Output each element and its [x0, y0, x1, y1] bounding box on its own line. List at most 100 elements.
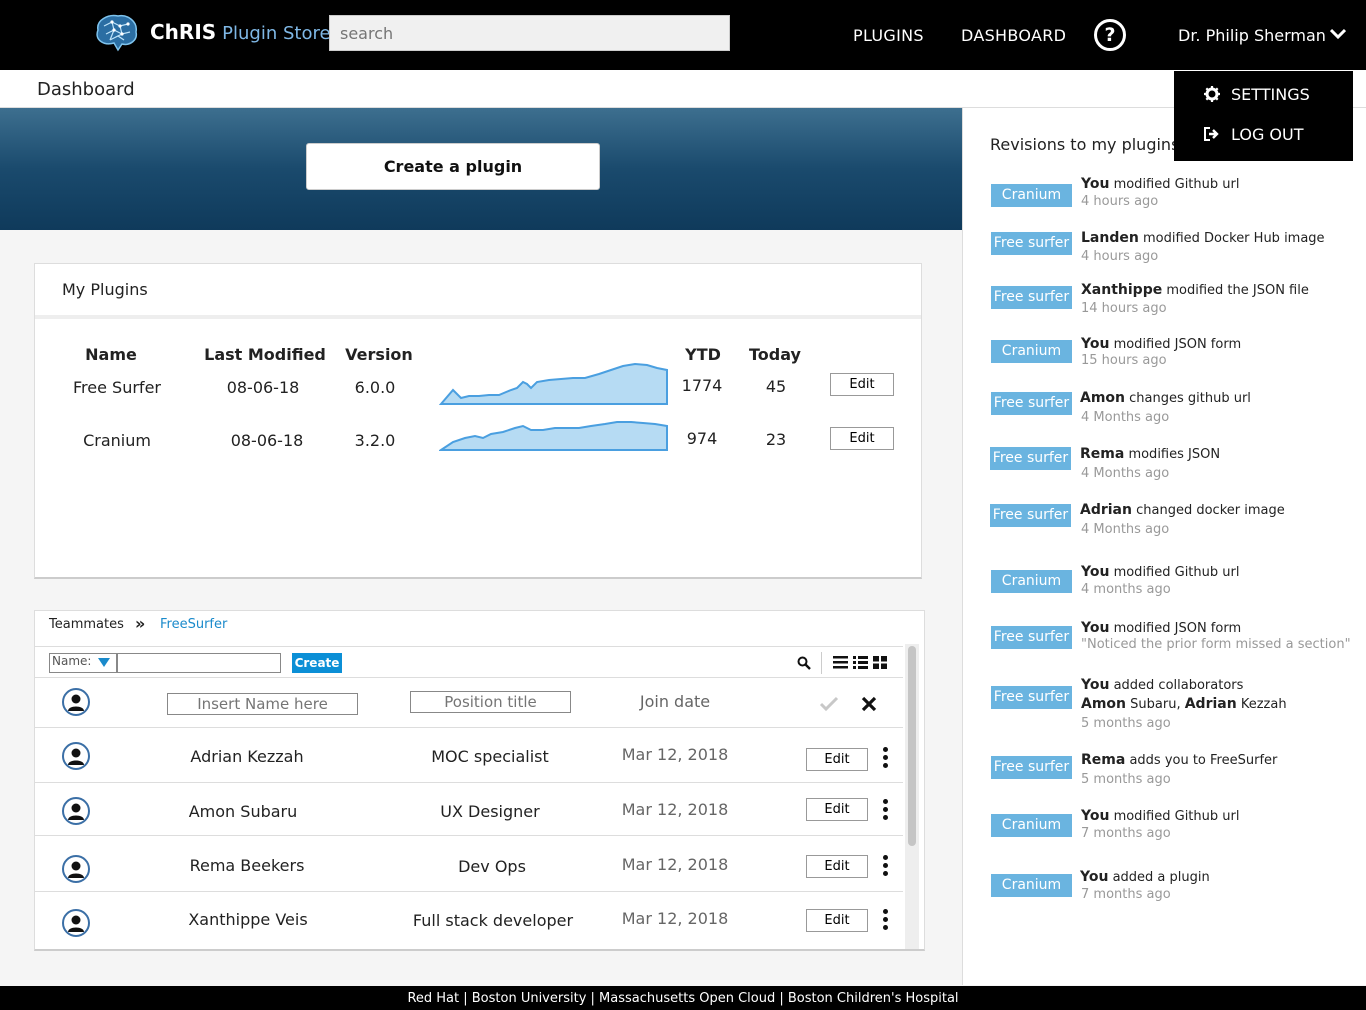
revision-action: changed docker image — [1131, 503, 1285, 518]
revision-time: 4 Months ago — [1081, 410, 1170, 425]
revision-actor[interactable]: You — [1081, 564, 1109, 580]
col-ytd-header: YTD — [685, 345, 721, 364]
filter-input[interactable] — [117, 653, 281, 673]
confirm-check-icon[interactable] — [819, 696, 839, 712]
plugin-tag[interactable]: Cranium — [991, 340, 1072, 363]
revision-time: 4 Months ago — [1081, 466, 1170, 481]
my-plugins-header: My Plugins — [35, 264, 921, 319]
chevron-down-icon[interactable] — [1330, 28, 1346, 40]
revision-actor[interactable]: Adrian — [1080, 502, 1132, 518]
revision-time: 4 Months ago — [1081, 522, 1170, 537]
collaborator-name[interactable]: Amon — [1081, 696, 1126, 712]
revision-actor[interactable]: You — [1081, 620, 1109, 636]
revision-time: 5 months ago — [1081, 716, 1171, 731]
teammate-name: Xanthippe Veis — [188, 910, 308, 929]
help-icon[interactable]: ? — [1094, 19, 1126, 51]
plugin-edit-button[interactable]: Edit — [830, 427, 894, 450]
brand-title[interactable]: ChRIS Plugin Store — [150, 20, 331, 44]
user-menu-toggle[interactable]: Dr. Philip Sherman — [1178, 26, 1326, 45]
more-options-icon[interactable] — [883, 799, 889, 823]
nav-dashboard-link[interactable]: DASHBOARD — [961, 26, 1066, 45]
plugin-name[interactable]: Free Surfer — [65, 378, 169, 397]
plugin-downloads-sparkline — [439, 362, 668, 405]
teammate-edit-button[interactable]: Edit — [806, 798, 868, 821]
plugin-tag[interactable]: Free surfer — [991, 392, 1072, 415]
grid-view-icon[interactable] — [873, 656, 887, 669]
plugin-tag[interactable]: Free surfer — [991, 626, 1072, 649]
revision-actor[interactable]: Xanthippe — [1081, 282, 1162, 298]
revision-action: modified Github url — [1109, 809, 1240, 824]
teammates-card: Teammates » FreeSurfer Name: Create Inse… — [34, 610, 925, 951]
avatar-icon — [62, 855, 90, 883]
revision-actor[interactable]: Amon — [1080, 390, 1125, 406]
teammate-edit-button[interactable]: Edit — [806, 748, 868, 771]
revision-actor[interactable]: You — [1081, 808, 1109, 824]
top-navbar: ChRISPlugin Store PLUGINS DASHBOARD ? Dr… — [0, 0, 1366, 70]
breadcrumb-current[interactable]: FreeSurfer — [160, 617, 227, 632]
logout-menu-item[interactable]: LOG OUT — [1231, 125, 1304, 144]
teammate-position: MOC specialist — [431, 747, 549, 766]
search-icon[interactable] — [797, 656, 811, 670]
new-teammate-name-input[interactable] — [167, 693, 358, 715]
nav-plugins-link[interactable]: PLUGINS — [853, 26, 924, 45]
create-plugin-button[interactable]: Create a plugin — [306, 143, 600, 190]
caret-down-icon — [98, 658, 110, 667]
page-title-bar: Dashboard — [0, 70, 1366, 108]
plugin-tag[interactable]: Free surfer — [991, 686, 1072, 709]
filter-field-select[interactable]: Name: — [49, 653, 117, 673]
teammate-edit-button[interactable]: Edit — [806, 855, 868, 878]
collaborator-name[interactable]: Adrian — [1185, 696, 1237, 712]
revision-actor[interactable]: You — [1081, 176, 1109, 192]
plugin-name[interactable]: Cranium — [65, 431, 169, 450]
plugin-tag[interactable]: Free surfer — [991, 286, 1072, 309]
revision-actor[interactable]: You — [1081, 336, 1109, 352]
revision-actor[interactable]: Rema — [1081, 752, 1125, 768]
teammates-scrollbar[interactable] — [905, 644, 919, 949]
create-teammate-button[interactable]: Create — [292, 653, 342, 673]
footer: Red Hat | Boston University | Massachuse… — [0, 986, 1366, 1010]
teammate-name: Rema Beekers — [189, 856, 305, 875]
more-options-icon[interactable] — [883, 747, 889, 771]
collaborator-rest: Subaru, — [1126, 697, 1185, 712]
search-input[interactable] — [329, 15, 730, 51]
scrollbar-thumb[interactable] — [908, 646, 916, 846]
cancel-close-icon[interactable] — [861, 696, 877, 712]
detail-list-view-icon[interactable] — [853, 656, 868, 669]
plugin-tag[interactable]: Cranium — [991, 874, 1072, 897]
new-teammate-join-date[interactable]: Join date — [615, 692, 735, 711]
list-view-icon[interactable] — [833, 656, 848, 669]
plugin-last-modified: 08-06-18 — [226, 378, 300, 397]
teammate-join-date: Mar 12, 2018 — [621, 745, 729, 764]
settings-menu-item[interactable]: SETTINGS — [1231, 85, 1310, 104]
revision-action: modified JSON form — [1109, 337, 1242, 352]
filter-field-label: Name: — [52, 654, 92, 668]
plugin-tag[interactable]: Free surfer — [991, 756, 1072, 779]
revision-actor[interactable]: Rema — [1080, 446, 1124, 462]
teammate-name: Amon Subaru — [188, 802, 298, 821]
plugin-last-modified: 08-06-18 — [230, 431, 304, 450]
breadcrumb-teammates[interactable]: Teammates — [49, 617, 124, 632]
brain-logo-icon[interactable] — [92, 12, 140, 52]
plugin-edit-button[interactable]: Edit — [830, 373, 894, 396]
plugin-version: 6.0.0 — [354, 378, 396, 397]
revision-actor[interactable]: Landen — [1081, 230, 1139, 246]
revision-actor[interactable]: You — [1081, 677, 1109, 693]
revision-text: You modified JSON form — [1081, 620, 1241, 636]
plugin-tag[interactable]: Free surfer — [990, 447, 1071, 470]
more-options-icon[interactable] — [883, 909, 889, 933]
plugin-tag[interactable]: Free surfer — [991, 232, 1072, 255]
revision-actor[interactable]: You — [1080, 869, 1108, 885]
teammate-edit-button[interactable]: Edit — [806, 909, 868, 932]
revision-time: 7 months ago — [1081, 887, 1171, 902]
plugin-tag[interactable]: Cranium — [991, 570, 1072, 593]
plugin-tag[interactable]: Free surfer — [990, 504, 1071, 527]
more-options-icon[interactable] — [883, 855, 889, 879]
new-teammate-position-input[interactable] — [410, 691, 571, 713]
page-title: Dashboard — [37, 79, 135, 100]
hero-banner: Create a plugin — [0, 108, 962, 230]
plugin-tag[interactable]: Cranium — [991, 814, 1072, 837]
plugin-ytd: 1774 — [681, 376, 723, 395]
revision-time: 14 hours ago — [1081, 301, 1167, 316]
user-dropdown-menu: SETTINGS LOG OUT — [1174, 71, 1353, 161]
plugin-tag[interactable]: Cranium — [991, 184, 1072, 207]
